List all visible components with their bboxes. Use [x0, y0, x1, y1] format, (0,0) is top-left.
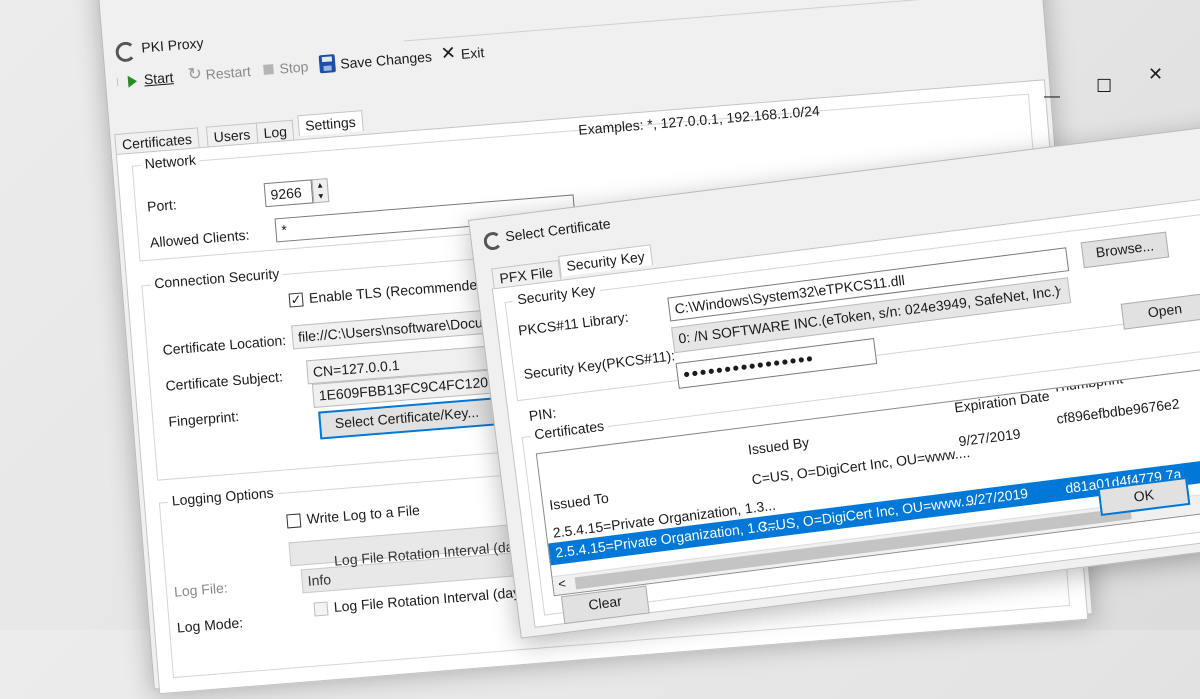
- row-expiration: 9/27/2019: [957, 425, 1022, 450]
- start-icon[interactable]: [127, 75, 138, 88]
- minimize-icon[interactable]: —: [1044, 88, 1060, 106]
- pin-label: PIN:: [528, 404, 558, 424]
- dialog-logo-icon: [482, 230, 503, 252]
- close-icon[interactable]: ✕: [1148, 64, 1163, 85]
- exit-button[interactable]: Exit: [460, 44, 485, 62]
- tab-settings[interactable]: Settings: [297, 110, 364, 137]
- write-log-checkbox[interactable]: [286, 513, 302, 529]
- column-issued-by[interactable]: Issued By: [747, 434, 810, 458]
- security-key-dropdown-icon[interactable]: ⌄: [1052, 280, 1064, 295]
- security-key-group-label: Security Key: [512, 281, 601, 308]
- row-expiration: 9/27/2019: [965, 485, 1029, 509]
- toolbar-grip: ⁞: [115, 77, 120, 89]
- logging-options-label: Logging Options: [167, 484, 279, 509]
- save-icon[interactable]: [318, 54, 336, 74]
- port-label: Port:: [146, 196, 178, 215]
- maximize-icon[interactable]: ☐: [1096, 76, 1112, 97]
- restart-button[interactable]: Restart: [205, 63, 251, 83]
- save-changes-button[interactable]: Save Changes: [340, 48, 433, 71]
- app-logo-icon: [114, 41, 137, 63]
- stop-button[interactable]: Stop: [279, 58, 309, 76]
- window-title: PKI Proxy: [140, 34, 205, 56]
- rotation-checkbox[interactable]: [313, 601, 329, 617]
- stop-icon[interactable]: [263, 64, 274, 75]
- dialog-title: Select Certificate: [504, 215, 612, 245]
- connection-security-label: Connection Security: [149, 264, 284, 292]
- network-group-label: Network: [140, 151, 201, 173]
- port-input[interactable]: 9266: [263, 179, 314, 208]
- scroll-left-icon[interactable]: <: [557, 576, 566, 592]
- start-button[interactable]: Start: [143, 69, 174, 87]
- restart-icon[interactable]: ↻: [187, 64, 203, 85]
- exit-icon[interactable]: ✕: [440, 42, 457, 64]
- port-spinner[interactable]: ▲ ▼: [311, 178, 330, 204]
- enable-tls-checkbox[interactable]: ✓: [288, 292, 304, 308]
- row-thumbprint: cf896efbdbe9676e2: [1055, 395, 1181, 427]
